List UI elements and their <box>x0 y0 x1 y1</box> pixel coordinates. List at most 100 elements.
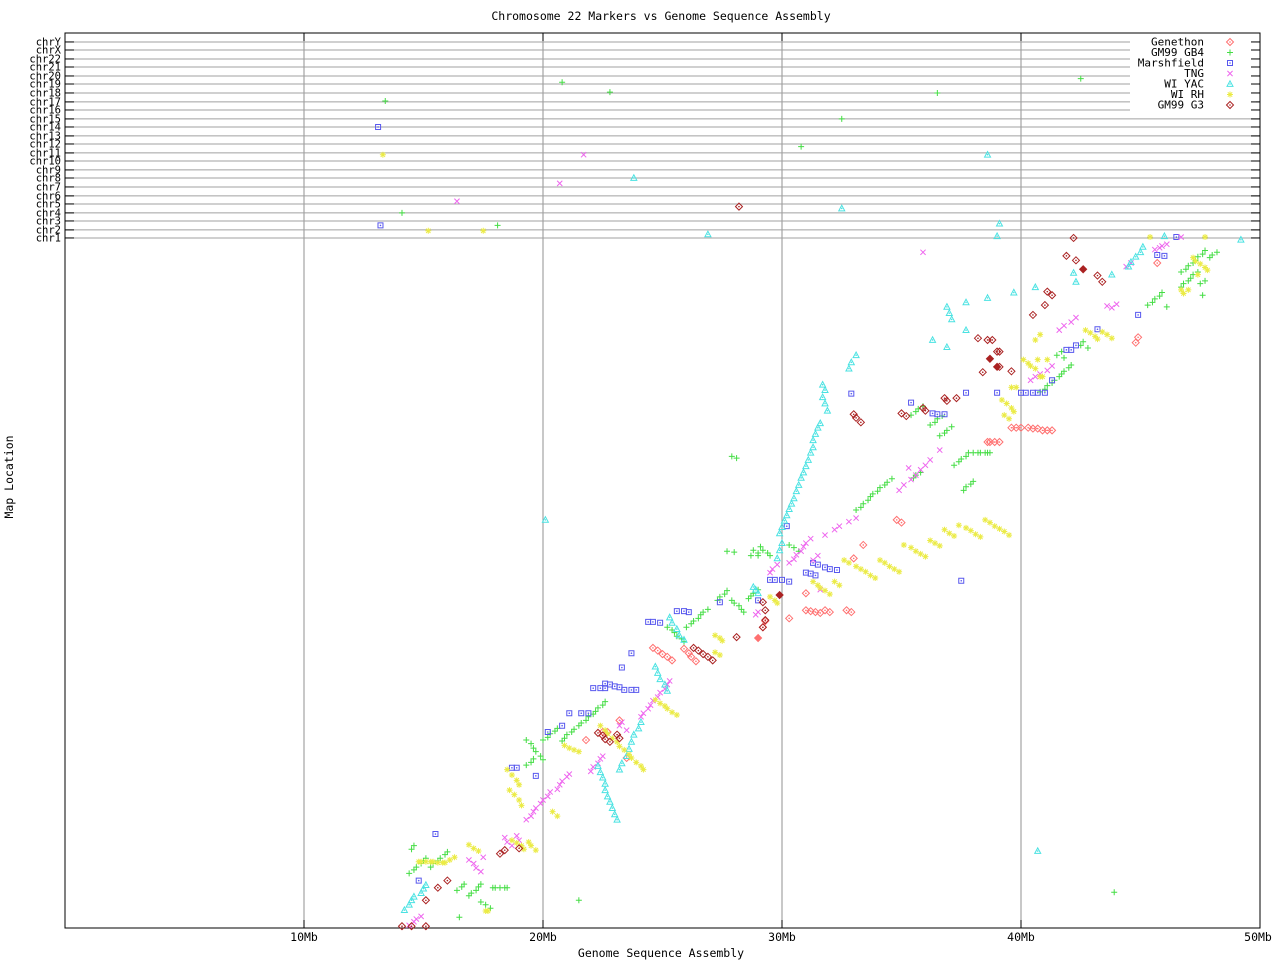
point-tng <box>1027 377 1034 384</box>
point-gm99-gb4 <box>683 624 690 631</box>
x-tick-label-10mb: 10Mb <box>290 930 318 944</box>
point-wi-rh <box>1032 365 1039 372</box>
point-gm99-gb4 <box>731 549 738 556</box>
point-gm99-g3-dot <box>518 847 520 850</box>
point-marshfield-dot <box>719 601 721 604</box>
point-gm99-gb4 <box>853 507 860 514</box>
point-wi-rh <box>1044 356 1051 363</box>
x-tick-label-20mb: 20Mb <box>529 930 557 944</box>
point-marshfield-dot <box>623 689 626 691</box>
point-tng <box>523 816 530 823</box>
point-wi-rh <box>442 859 449 866</box>
x-tick-label-40mb: 40Mb <box>1007 930 1035 944</box>
point-gm99-g3 <box>1078 265 1088 274</box>
point-gm99-g3-dot <box>437 886 439 889</box>
point-gm99-g3-dot <box>764 619 767 621</box>
point-wi-rh <box>931 540 938 547</box>
point-wi-rh <box>936 542 943 549</box>
point-genethon-dot <box>819 612 822 614</box>
point-wi-rh <box>451 854 458 861</box>
plot-page: chrY chrX chr22 chr21 chr20 chr19 chr18 chr17 ch… <box>0 0 1280 960</box>
point-wi-yac-dot <box>637 727 640 730</box>
point-marshfield-dot <box>1163 255 1166 257</box>
point-wi-rh <box>963 524 970 531</box>
point-wi-yac-dot <box>817 426 819 429</box>
point-tng <box>936 447 943 454</box>
point-wi-rh <box>1006 532 1013 539</box>
point-marshfield-dot <box>635 689 638 691</box>
y-axis-title: Map Location <box>2 435 16 518</box>
point-wi-rh <box>1104 331 1111 338</box>
point-gm99-gb4 <box>1084 345 1091 352</box>
point-wi-rh <box>1006 415 1013 422</box>
point-gm99-gb4 <box>936 432 943 439</box>
point-gm99-g3-dot <box>697 649 700 652</box>
point-marshfield-dot <box>814 574 817 577</box>
point-gm99-gb4 <box>456 914 463 921</box>
point-wi-rh <box>621 746 628 753</box>
point-gm99-g3-dot <box>1051 294 1053 297</box>
point-genethon-dot <box>850 611 853 613</box>
point-wi-yac-dot <box>621 762 623 765</box>
point-marshfield-dot <box>931 412 934 415</box>
point-marshfield-dot <box>769 579 771 581</box>
point-genethon-dot <box>824 609 826 612</box>
point-wi-rh <box>465 841 472 848</box>
point-wi-rh <box>508 837 515 844</box>
point-wi-yac-dot <box>656 672 659 674</box>
point-tng <box>413 916 420 923</box>
point-wi-rh <box>1099 328 1106 335</box>
point-marshfield-dot <box>687 611 690 613</box>
point-gm99-gb4 <box>477 899 484 906</box>
point-wi-rh <box>504 766 511 773</box>
point-marshfield-dot <box>511 766 513 769</box>
point-gm99-g3-dot <box>1072 237 1075 239</box>
point-gm99-g3-dot <box>1065 255 1068 257</box>
point-wi-rh <box>475 848 482 855</box>
point-wi-yac-dot <box>599 771 602 774</box>
point-wi-rh <box>1082 327 1089 334</box>
point-wi-yac-dot <box>800 477 802 479</box>
point-marshfield-dot <box>805 571 807 574</box>
point-gm99-gb4 <box>1197 280 1204 287</box>
point-gm99-g3-dot <box>425 899 427 902</box>
point-gm99-gb4 <box>1061 354 1068 361</box>
point-tng <box>900 482 907 488</box>
point-gm99-gb4 <box>750 547 757 554</box>
point-genethon-dot <box>1134 341 1137 344</box>
point-gm99-g3-dot <box>735 636 738 638</box>
point-wi-rh <box>480 227 487 234</box>
series-tng <box>406 151 1185 929</box>
point-gm99-g3-dot <box>1075 259 1077 262</box>
point-wi-yac-dot <box>678 634 681 637</box>
point-wi-yac-dot <box>425 884 427 886</box>
point-marshfield-dot <box>377 126 379 128</box>
point-marshfield-dot <box>592 687 594 689</box>
point-wi-yac-dot <box>420 892 422 894</box>
point-gm99-g3-dot <box>977 337 979 339</box>
point-gm99-gb4 <box>948 423 955 430</box>
point-gm99-g3-dot <box>1044 304 1046 306</box>
series-wi-yac <box>400 150 1245 913</box>
point-gm99-g3-dot <box>1101 281 1104 283</box>
point-wi-rh <box>1202 234 1209 241</box>
point-wi-rh <box>1197 260 1204 267</box>
point-marshfield-dot <box>434 833 437 835</box>
point-marshfield-dot <box>1024 391 1027 394</box>
point-wi-yac-dot <box>1127 265 1130 268</box>
point-genethon-dot <box>805 609 807 612</box>
point-wi-rh <box>862 568 869 575</box>
point-gm99-g3-dot <box>597 732 599 734</box>
point-gm99-g3-dot <box>609 741 611 743</box>
point-wi-yac-dot <box>422 887 425 890</box>
point-wi-rh <box>1204 267 1211 274</box>
point-wi-yac-dot <box>781 526 783 528</box>
point-wi-rh <box>900 541 907 548</box>
point-wi-yac-dot <box>604 789 606 791</box>
point-gm99-g3-dot <box>924 409 927 412</box>
point-tng <box>1163 241 1170 248</box>
point-gm99-gb4 <box>724 548 731 555</box>
point-tng <box>786 559 793 566</box>
point-wi-yac-dot <box>403 909 406 911</box>
point-marshfield-dot <box>604 682 606 685</box>
